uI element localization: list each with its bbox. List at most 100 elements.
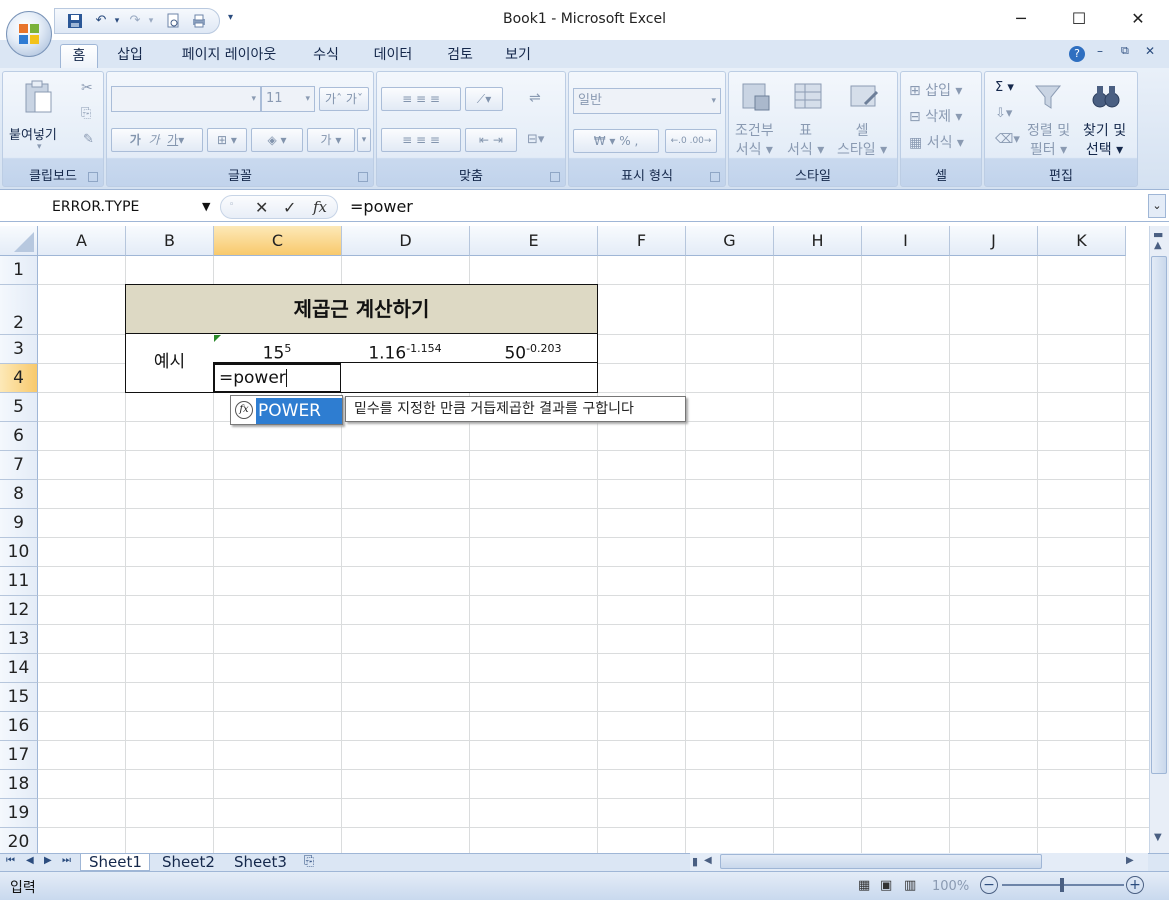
font-size-dropdown-icon[interactable]: ▾ (305, 87, 310, 111)
row-header-4[interactable]: 4 (0, 364, 38, 393)
increase-indent-icon[interactable]: ⇥ (493, 133, 503, 147)
confirm-entry-icon[interactable]: ✓ (283, 198, 296, 217)
row-header-18[interactable]: 18 (0, 770, 38, 799)
font-launcher-icon[interactable] (358, 172, 368, 182)
column-header-i[interactable]: I (862, 226, 950, 256)
scroll-right-icon[interactable]: ▶ (1126, 855, 1134, 866)
align-left-icon[interactable]: ≡ (402, 133, 412, 147)
scroll-down-icon[interactable]: ▼ (1154, 832, 1162, 843)
column-header-f[interactable]: F (598, 226, 686, 256)
maximize-button[interactable]: ☐ (1062, 6, 1096, 32)
column-header-b[interactable]: B (126, 226, 214, 256)
table-title-cell[interactable]: 제곱근 계산하기 (125, 284, 598, 334)
row-header-13[interactable]: 13 (0, 625, 38, 654)
delete-cells-button[interactable]: ⊟ 삭제 ▾ (909, 106, 962, 126)
italic-icon[interactable]: 가 (148, 133, 159, 147)
help-icon[interactable]: ? (1069, 46, 1085, 62)
expand-formula-bar-icon[interactable]: ⌄ (1148, 194, 1166, 218)
font-color-button[interactable]: 가 ▾ (307, 128, 355, 152)
vertical-scrollbar[interactable]: ▬ ▲ ▼ (1149, 226, 1169, 853)
workbook-restore-icon[interactable]: ⧉ (1121, 44, 1129, 58)
orientation-button[interactable]: ⟋▾ (465, 87, 503, 111)
tab-data[interactable]: 데이터 (362, 44, 424, 68)
font-name-dropdown-icon[interactable]: ▾ (251, 87, 256, 111)
row-header-2[interactable]: 2 (0, 285, 38, 335)
merge-center-icon[interactable]: ⊟▾ (527, 132, 544, 147)
decrease-indent-icon[interactable]: ⇤ (479, 133, 489, 147)
decimal-buttons[interactable]: ←.0 .00→ (665, 129, 717, 153)
autosum-button[interactable]: Σ ▾ (995, 80, 1014, 95)
column-header-k[interactable]: K (1038, 226, 1126, 256)
autocomplete-item-power[interactable]: POWER (256, 398, 342, 424)
column-header-g[interactable]: G (686, 226, 774, 256)
font-size-combo[interactable]: 11 ▾ (261, 86, 315, 112)
minimize-button[interactable]: ─ (1004, 6, 1038, 32)
tab-page-layout[interactable]: 페이지 레이아웃 (166, 44, 292, 68)
tab-review[interactable]: 검토 (438, 44, 482, 68)
column-header-c[interactable]: C (214, 226, 342, 256)
copy-icon[interactable]: ⎘ (81, 106, 91, 121)
cell-d3[interactable]: 1.16-1.154 (341, 334, 470, 364)
sheet-tab-sheet1[interactable]: Sheet1 (80, 854, 150, 871)
wrap-text-icon[interactable]: ⇌ (529, 90, 541, 106)
font-name-combo[interactable]: ▾ (111, 86, 261, 112)
phonetic-button[interactable]: ▾ (357, 128, 371, 152)
alignment-launcher-icon[interactable] (550, 172, 560, 182)
office-button[interactable] (6, 11, 52, 57)
align-top-icon[interactable]: ≡ (402, 92, 412, 106)
scroll-left-icon[interactable]: ◀ (704, 855, 712, 866)
insert-sheet-icon[interactable]: ⎘ (304, 854, 314, 869)
row-header-5[interactable]: 5 (0, 393, 38, 422)
close-button[interactable]: ✕ (1121, 6, 1155, 32)
name-box-dropdown-icon[interactable]: ▼ (202, 200, 210, 213)
sort-filter-button[interactable]: 정렬 및 필터 ▾ (1027, 122, 1070, 160)
page-layout-view-icon[interactable]: ▣ (880, 878, 892, 893)
align-center-icon[interactable]: ≡ (416, 133, 426, 147)
column-header-a[interactable]: A (38, 226, 126, 256)
paste-dropdown-icon[interactable]: ▾ (37, 142, 42, 152)
align-middle-icon[interactable]: ≡ (416, 92, 426, 106)
sheet-tab-sheet2[interactable]: Sheet2 (156, 854, 226, 871)
expand-handle-icon[interactable]: ◦ (229, 200, 234, 210)
fill-icon[interactable]: ⇩▾ (995, 106, 1012, 121)
horizontal-scrollbar[interactable]: ▮ ◀ ▶ (690, 853, 1148, 871)
format-as-table-button[interactable]: 표 서식 ▾ (787, 122, 824, 160)
cell-d4[interactable] (341, 363, 470, 393)
row-header-8[interactable]: 8 (0, 480, 38, 509)
row-header-20[interactable]: 20 (0, 828, 38, 853)
horizontal-scroll-thumb[interactable] (720, 854, 1042, 869)
worksheet-grid[interactable]: ABCDEFGHIJK 1 2 3 4 5 6 7 8 9 10 11 12 13 14 15 16 17 18 1… (0, 226, 1149, 853)
workbook-close-icon[interactable]: ✕ (1145, 44, 1155, 58)
sheet-tab-sheet3[interactable]: Sheet3 (228, 854, 298, 871)
zoom-in-icon[interactable]: + (1126, 876, 1144, 894)
row-header-15[interactable]: 15 (0, 683, 38, 712)
workbook-minimize-icon[interactable]: – (1097, 44, 1103, 58)
grow-shrink-font-buttons[interactable]: 가ˆ 가ˇ (319, 87, 369, 111)
insert-function-icon[interactable]: fx (313, 198, 327, 216)
row-header-1[interactable]: 1 (0, 256, 38, 285)
clear-icon[interactable]: ⌫▾ (995, 132, 1020, 147)
hsplit-handle-icon[interactable]: ▮ (692, 855, 698, 868)
cell-e4[interactable] (469, 363, 598, 393)
increase-decimal-icon[interactable]: ←.0 (671, 136, 687, 146)
decrease-decimal-icon[interactable]: .00→ (690, 136, 712, 146)
shrink-font-icon[interactable]: 가 (346, 92, 357, 106)
row-header-3[interactable]: 3 (0, 335, 38, 364)
underline-icon[interactable]: 가 (167, 133, 178, 147)
zoom-slider-thumb[interactable] (1060, 878, 1064, 892)
row-header-7[interactable]: 7 (0, 451, 38, 480)
zoom-out-icon[interactable]: − (980, 876, 998, 894)
example-label-cell[interactable]: 예시 (125, 334, 214, 393)
page-break-view-icon[interactable]: ▥ (904, 878, 916, 893)
horizontal-align-buttons[interactable]: ≡ ≡ ≡ (381, 128, 461, 152)
clipboard-launcher-icon[interactable] (88, 172, 98, 182)
row-header-10[interactable]: 10 (0, 538, 38, 567)
bold-icon[interactable]: 가 (130, 133, 141, 147)
paste-button[interactable]: 붙여넣기 (9, 124, 57, 143)
column-header-d[interactable]: D (342, 226, 470, 256)
select-all-corner[interactable] (0, 226, 38, 256)
column-header-h[interactable]: H (774, 226, 862, 256)
zoom-level[interactable]: 100% (932, 879, 969, 894)
name-box[interactable]: ERROR.TYPE (6, 195, 218, 219)
format-cells-button[interactable]: ▦ 서식 ▾ (909, 132, 964, 152)
